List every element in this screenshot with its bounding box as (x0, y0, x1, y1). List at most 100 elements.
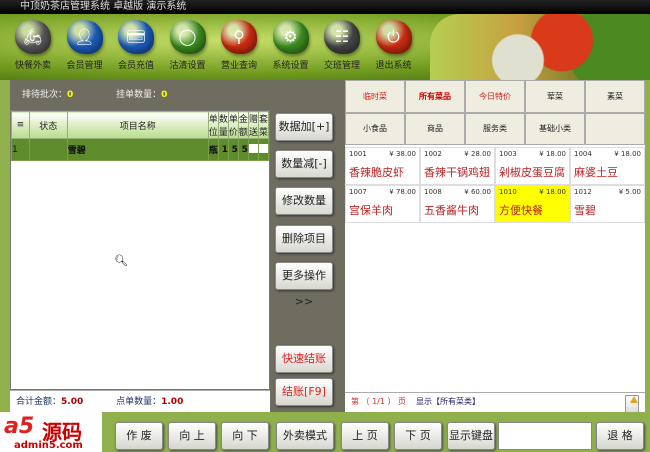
pager: 第 （ 1/1 ） 页显示【所有菜类】 (345, 392, 645, 413)
toolbar-button-4[interactable]: ⚲ 营业查询 (214, 20, 264, 71)
category-tab[interactable]: 今日特价 (465, 80, 525, 113)
toolbar-label: 沽清设置 (169, 61, 206, 71)
waiting-count: 0 (67, 90, 74, 100)
stats-bar: 排待批次：0 挂单数量：0 (10, 80, 345, 110)
category-tab[interactable]: 临时菜 (345, 80, 405, 113)
product-name: 香辣干锅鸡翅 (424, 166, 490, 179)
product-name: 雪碧 (574, 204, 596, 217)
cell-name: 雪碧 (66, 138, 209, 161)
toolbar-label: 会员充值 (117, 61, 154, 71)
toolbar-button-6[interactable]: ☷ 交班管理 (317, 20, 367, 71)
toolbar-button-2[interactable]: 💳︎ 会员充值 (111, 20, 161, 71)
column-header: 项目名称 (66, 111, 209, 139)
product-price: ¥ 18.00 (614, 150, 641, 158)
order-totals: 合计金额：5.00 点单数量：1.00 (10, 390, 270, 412)
product-price: ¥ 18.00 (539, 188, 566, 196)
bottom-button-1[interactable]: 向 上 (168, 422, 216, 450)
action-button-2[interactable]: 修改数量 (275, 187, 333, 215)
category-tab[interactable]: 基础小类 (525, 112, 585, 145)
toolbar-button-3[interactable]: ◯ 沽清设置 (163, 20, 213, 71)
product-tile[interactable]: 1001 ¥ 38.00 香辣脆皮虾 (345, 147, 420, 185)
action-column: 数据加[+] 数量减[-] 修改数量删除项目更多操作>> 快速结账结账[F9] (270, 110, 345, 412)
category-tab[interactable]: 小食品 (345, 112, 405, 145)
action-button-0[interactable]: 数据加[+] (275, 113, 333, 141)
toolbar-button-7[interactable]: ⏻ 退出系统 (369, 20, 419, 71)
table-row[interactable]: 1 雪碧瓶 1 5 5 (11, 138, 270, 161)
column-header: ≡ (11, 111, 30, 139)
order-count: 1.00 (161, 397, 184, 407)
column-header: 套菜 (257, 111, 270, 139)
product-tile[interactable]: 1007 ¥ 78.00 宫保羊肉 (345, 185, 420, 223)
action-button-3[interactable]: 删除项目 (275, 225, 333, 253)
column-header: 单价 (227, 111, 239, 139)
product-name: 宫保羊肉 (349, 204, 393, 217)
product-price: ¥ 38.00 (389, 150, 416, 158)
category-tab[interactable]: 服务类 (465, 112, 525, 145)
toolbar-label: 退出系统 (375, 61, 412, 71)
bottom-button-6[interactable]: 显示键盘 (447, 422, 495, 450)
food-banner-image (430, 14, 650, 80)
product-name: 香辣脆皮虾 (349, 166, 404, 179)
category-tab[interactable]: 素菜 (585, 80, 645, 113)
category-tab[interactable] (585, 112, 645, 145)
product-tile[interactable]: 1008 ¥ 60.00 五香酱牛肉 (420, 185, 495, 223)
search-icon: ⚲ (221, 20, 257, 54)
shift-icon: ☷ (324, 20, 360, 54)
category-tab[interactable]: 荤菜 (525, 80, 585, 113)
recharge-icon: 💳︎ (118, 20, 154, 54)
column-header: 金额 (237, 111, 249, 139)
product-price: ¥ 18.00 (539, 150, 566, 158)
scooter-icon: 🛵︎ (15, 20, 51, 54)
action-button-6[interactable]: 结账[F9] (275, 378, 333, 406)
product-tile[interactable]: 1010 ¥ 18.00 方便快餐 (495, 185, 570, 223)
member-icon: 👤︎ (66, 20, 103, 54)
toolbar-label: 快餐外卖 (14, 61, 51, 71)
toolbar-button-5[interactable]: ⚙ 系统设置 (266, 20, 316, 71)
total-amount-label: 合计金额： (16, 397, 62, 407)
column-header: 赠送 (247, 111, 259, 139)
product-name: 五香酱牛肉 (424, 204, 479, 217)
power-icon: ⏻ (375, 20, 412, 54)
category-tab[interactable]: 所有菜品 (405, 80, 465, 113)
product-grid: 1001 ¥ 38.00 香辣脆皮虾 1002 ¥ 28.00 香辣干锅鸡翅 1003 ¥ 1… (345, 147, 645, 223)
product-tile[interactable]: 1004 ¥ 18.00 麻婆土豆 (570, 147, 645, 185)
title-bar: 中顶奶茶店管理系统 卓越版 演示系统 (0, 0, 650, 14)
bottom-button-3[interactable]: 外卖模式 (276, 422, 334, 450)
cell-checkbox (257, 138, 270, 161)
category-tab[interactable]: 商品 (405, 112, 465, 145)
product-price: ¥ 78.00 (389, 188, 416, 196)
action-button-5[interactable]: 快速结账 (275, 345, 333, 373)
product-tile[interactable]: 1002 ¥ 28.00 香辣干锅鸡翅 (420, 147, 495, 185)
bottom-button-4[interactable]: 上 页 (341, 422, 389, 450)
column-header: 单位 (207, 111, 219, 139)
product-price: ¥ 28.00 (464, 150, 491, 158)
bottom-button-7[interactable]: 退 格 (596, 422, 644, 450)
product-price: ¥ 60.00 (464, 188, 491, 196)
cell-price: 5 (227, 138, 239, 161)
current-category: 显示【所有菜类】 (416, 397, 481, 406)
waiting-label: 排待批次： (22, 90, 68, 100)
hold-label: 挂单数量： (116, 90, 162, 100)
scroll-up-icon[interactable] (625, 395, 639, 413)
input-field[interactable] (498, 422, 592, 450)
action-button-1[interactable]: 数量减[-] (275, 150, 333, 178)
product-tile[interactable]: 1003 ¥ 18.00 剁椒皮蛋豆腐 (495, 147, 570, 185)
toolbar-label: 会员管理 (66, 61, 103, 71)
product-name: 麻婆土豆 (574, 166, 618, 179)
bottom-button-2[interactable]: 向 下 (221, 422, 269, 450)
cell-checkbox (247, 138, 259, 161)
watermark-logo: a5 源码 admin5.com (0, 412, 102, 452)
product-tile[interactable]: 1012 ¥ 5.00 雪碧 (570, 185, 645, 223)
bottom-button-5[interactable]: 下 页 (394, 422, 442, 450)
order-count-label: 点单数量： (116, 397, 162, 407)
set-meal-checkbox[interactable] (258, 143, 268, 153)
page-indicator: 第 （ 1/1 ） 页 (351, 397, 407, 406)
bottom-button-0[interactable]: 作 废 (115, 422, 163, 450)
action-button-4[interactable]: 更多操作>> (275, 262, 333, 308)
toolbar-button-0[interactable]: 🛵︎ 快餐外卖 (8, 20, 58, 71)
toolbar-button-1[interactable]: 👤︎ 会员管理 (60, 20, 110, 71)
cell-no: 1 (11, 138, 30, 161)
magnifier-cursor-icon: 🔍︎ (114, 254, 128, 267)
gift-checkbox[interactable] (248, 143, 258, 153)
column-header: 数量 (217, 111, 229, 139)
